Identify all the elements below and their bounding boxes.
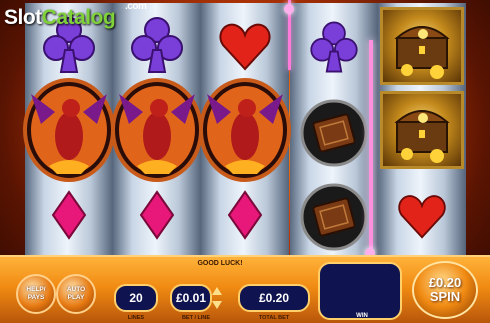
treasure-chest-symbol [380, 91, 464, 169]
win-display: WIN [318, 262, 402, 320]
status-message: GOOD LUCK! [197, 260, 243, 267]
payline-segment [369, 40, 373, 256]
club-symbol [290, 5, 378, 89]
heart-symbol [378, 173, 466, 257]
bet-down-icon [212, 301, 222, 309]
help-pays-button[interactable]: HELP/ PAYS [16, 274, 56, 314]
dragon-symbol [197, 74, 293, 186]
lines-caption: LINES [127, 315, 145, 321]
treasure-chest-symbol [380, 7, 464, 85]
bet-up-icon [212, 287, 222, 295]
autoplay-button[interactable]: AUTO PLAY [56, 274, 96, 314]
dragon-symbol [21, 74, 117, 186]
game-stage: SlotCatalog .com GOOD LUCK! HELP/ PAYS AU… [0, 0, 490, 323]
spin-button[interactable]: £0.20 SPIN [412, 261, 478, 319]
bet-adjust-arrows[interactable] [211, 285, 223, 311]
payline-marker [284, 4, 294, 14]
spin-label: SPIN [429, 289, 461, 304]
bet-per-line-display[interactable]: £0.01 [170, 284, 212, 312]
spin-amount: £0.20 [428, 275, 462, 290]
control-panel: GOOD LUCK! HELP/ PAYS AUTO PLAY 20 LINES… [0, 255, 490, 323]
lines-display[interactable]: 20 [114, 284, 158, 312]
reel-4 [290, 3, 378, 255]
bet-per-line-caption: BET / LINE [181, 315, 211, 321]
total-bet-caption: TOTAL BET [258, 315, 290, 321]
total-bet-display: £0.20 [238, 284, 310, 312]
spellbook-symbol [290, 91, 378, 175]
spellbook-symbol [290, 175, 378, 259]
win-caption: WIN [356, 313, 368, 319]
slotcatalog-logo: SlotCatalog .com [4, 1, 147, 29]
dragon-symbol [109, 74, 205, 186]
